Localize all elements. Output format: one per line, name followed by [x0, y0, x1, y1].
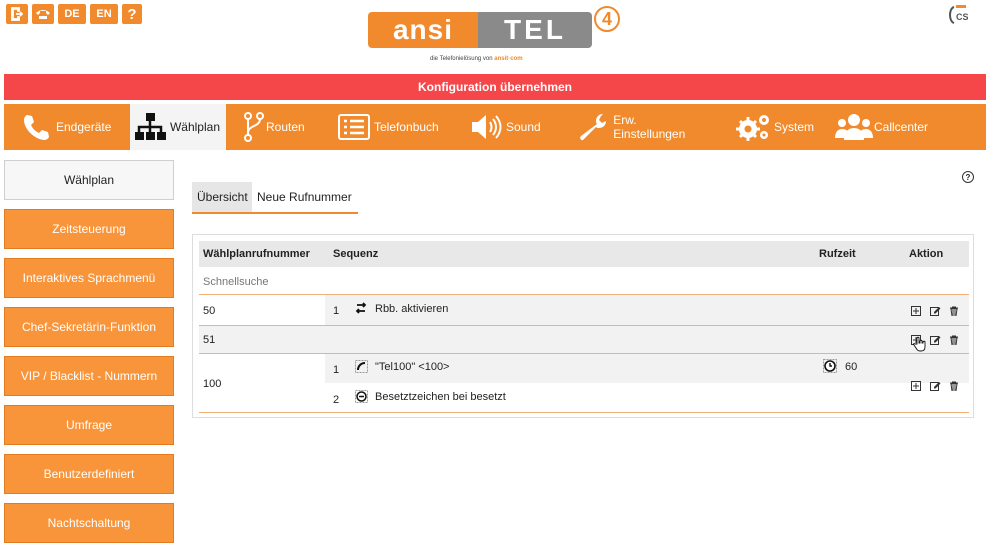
list-icon	[334, 110, 374, 144]
sidebar-item-chef-sekretaerin[interactable]: Chef-Sekretärin-Funktion	[4, 307, 174, 347]
row-actions	[911, 380, 959, 392]
sequence-cell: 1 "Tel100" <100> 60	[325, 354, 969, 383]
row-number: 50	[203, 305, 216, 317]
quicksearch-row[interactable]: Schnellsuche	[199, 267, 969, 295]
column-header-sequence: Sequenz	[333, 248, 379, 260]
nav-label: Erw. Einstellungen	[613, 113, 686, 141]
nav-system[interactable]: System	[716, 104, 820, 150]
step-text: Besetztzeichen bei besetzt	[375, 391, 506, 403]
nav-label: Endgeräte	[56, 120, 112, 134]
speaker-icon	[466, 110, 506, 144]
gears-icon	[734, 110, 774, 144]
nav-endgeraete[interactable]: Endgeräte	[4, 104, 130, 150]
nav-label: Wählplan	[169, 120, 220, 134]
sequence-cell: 1 Rbb. aktivieren	[325, 295, 969, 325]
hand-cursor-icon	[913, 336, 927, 355]
handset-icon	[355, 360, 368, 376]
main-navigation: Endgeräte Wählplan Routen Telefonbuch So…	[4, 104, 986, 150]
edit-icon[interactable]	[930, 380, 941, 391]
fork-icon	[242, 110, 266, 144]
edit-icon[interactable]	[930, 305, 941, 316]
help-button[interactable]: ?	[122, 4, 142, 24]
table-row[interactable]: 51	[199, 326, 969, 354]
table-row[interactable]: 100 1 "Tel100" <100> 60 2 Besetztzeichen…	[199, 354, 969, 413]
wrench-icon	[574, 110, 613, 144]
ringtime-value: 60	[845, 361, 858, 373]
logout-icon[interactable]	[6, 4, 28, 24]
nav-callcenter[interactable]: Callcenter	[820, 104, 942, 150]
nav-waehlplan[interactable]: Wählplan	[130, 104, 226, 150]
nav-label: Routen	[266, 120, 305, 134]
sidebar: Wählplan Zeitsteuerung Interaktives Spra…	[4, 160, 174, 552]
sidebar-item-umfrage[interactable]: Umfrage	[4, 405, 174, 445]
sidebar-item-sprachmenue[interactable]: Interaktives Sprachmenü	[4, 258, 174, 298]
dialplan-table: Wählplanrufnummer Sequenz Rufzeit Aktion…	[192, 234, 974, 418]
tab-bar: Übersicht Neue Rufnummer	[192, 182, 358, 214]
question-icon[interactable]: ?	[962, 171, 974, 183]
cs-icon[interactable]: CS	[948, 4, 969, 26]
tab-uebersicht[interactable]: Übersicht	[192, 182, 252, 212]
row-actions	[911, 305, 959, 317]
ansitel-logo: ansi TEL 4 die Telefonielösung von ansit…	[368, 6, 620, 68]
nav-routen[interactable]: Routen	[226, 104, 324, 150]
sidebar-item-waehlplan[interactable]: Wählplan	[4, 160, 174, 200]
nav-telefonbuch[interactable]: Telefonbuch	[324, 104, 454, 150]
svg-text:CS: CS	[956, 12, 968, 22]
column-header-ringtime: Rufzeit	[819, 248, 856, 260]
nav-label: Sound	[506, 120, 541, 134]
logo-ansi: ansi	[368, 12, 478, 48]
telephone-icon[interactable]	[32, 4, 54, 24]
edit-icon[interactable]	[930, 334, 941, 345]
logo-tel: TEL	[478, 12, 592, 48]
nav-label: Telefonbuch	[374, 120, 439, 134]
nav-sound[interactable]: Sound	[454, 104, 554, 150]
plus-square-icon[interactable]	[911, 305, 921, 316]
clock-icon	[823, 359, 837, 376]
step-index: 1	[333, 364, 340, 376]
tab-neue-rufnummer[interactable]: Neue Rufnummer	[252, 182, 358, 212]
column-header-number: Wählplanrufnummer	[203, 248, 310, 260]
language-de-button[interactable]: DE	[58, 4, 86, 24]
nav-label: System	[773, 120, 814, 134]
nav-erw-einstellungen[interactable]: Erw. Einstellungen	[554, 104, 716, 150]
phone-icon	[16, 110, 56, 144]
apply-configuration-button[interactable]: Konfiguration übernehmen	[4, 74, 986, 100]
logo-version-badge: 4	[594, 6, 620, 32]
row-number: 100	[203, 378, 222, 390]
step-text: "Tel100" <100>	[375, 361, 450, 373]
logo-tagline: die Telefonielösung von ansit·com	[430, 56, 523, 62]
step-index: 1	[333, 305, 340, 317]
busy-icon	[355, 390, 368, 406]
sidebar-item-nachtschaltung[interactable]: Nachtschaltung	[4, 503, 174, 543]
top-toolbar: DE EN ?	[6, 4, 142, 24]
language-en-button[interactable]: EN	[90, 4, 118, 24]
transfer-icon	[355, 302, 367, 317]
trash-icon[interactable]	[949, 380, 959, 392]
quicksearch-label[interactable]: Schnellsuche	[203, 276, 268, 288]
table-row[interactable]: 50 1 Rbb. aktivieren	[199, 295, 969, 326]
column-header-action: Aktion	[909, 248, 944, 260]
sidebar-item-zeitsteuerung[interactable]: Zeitsteuerung	[4, 209, 174, 249]
users-icon	[834, 110, 874, 144]
nav-label: Callcenter	[874, 120, 929, 134]
sidebar-item-benutzerdefiniert[interactable]: Benutzerdefiniert	[4, 454, 174, 494]
plus-square-icon[interactable]	[911, 380, 921, 391]
sitemap-icon	[130, 110, 170, 144]
step-index: 2	[333, 394, 340, 406]
step-text: Rbb. aktivieren	[375, 303, 449, 315]
sidebar-item-vip-blacklist[interactable]: VIP / Blacklist - Nummern	[4, 356, 174, 396]
row-number: 51	[203, 334, 216, 346]
trash-icon[interactable]	[949, 305, 959, 317]
trash-icon[interactable]	[949, 334, 959, 346]
table-header: Wählplanrufnummer Sequenz Rufzeit Aktion	[199, 241, 969, 267]
